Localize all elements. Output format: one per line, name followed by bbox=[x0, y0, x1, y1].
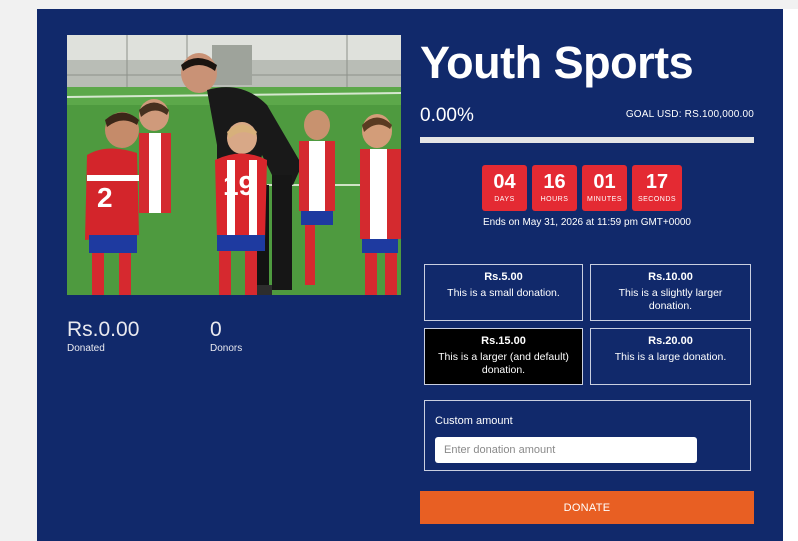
tier-description: This is a small donation. bbox=[447, 287, 560, 299]
page-edge bbox=[783, 9, 798, 541]
jersey-number-19: 19 bbox=[223, 170, 254, 201]
tier-description: This is a slightly larger donation. bbox=[618, 287, 723, 312]
countdown-days-value: 04 bbox=[493, 171, 516, 193]
campaign-title: Youth Sports bbox=[420, 37, 694, 88]
countdown-hours-label: HOURS bbox=[540, 196, 569, 203]
countdown-minutes-value: 01 bbox=[593, 171, 616, 193]
progress-bar bbox=[420, 137, 754, 143]
custom-amount-panel: Custom amount bbox=[424, 400, 751, 471]
donors-count: 0 bbox=[210, 318, 222, 341]
countdown-minutes: 01 MINUTES bbox=[582, 165, 627, 211]
donors-stat: 0 Donors bbox=[210, 318, 353, 355]
campaign-card: 2 19 Rs.0.00 Donated 0 Donors Youth Spor… bbox=[37, 9, 783, 541]
tier-description: This is a larger (and default) donation. bbox=[438, 351, 569, 376]
donors-label: Donors bbox=[210, 343, 243, 354]
donation-tiers: Rs.5.00 This is a small donation. Rs.10.… bbox=[424, 264, 751, 385]
donated-stat: Rs.0.00 Donated bbox=[67, 318, 210, 355]
donate-button[interactable]: DONATE bbox=[420, 491, 754, 524]
jersey-number-2: 2 bbox=[97, 182, 113, 213]
tier-option-10[interactable]: Rs.10.00 This is a slightly larger donat… bbox=[590, 264, 751, 321]
donated-label: Donated bbox=[67, 343, 105, 354]
custom-amount-label: Custom amount bbox=[435, 415, 513, 427]
countdown-minutes-label: MINUTES bbox=[587, 196, 622, 203]
custom-amount-input[interactable] bbox=[435, 437, 697, 463]
countdown-hours-value: 16 bbox=[543, 171, 566, 193]
tier-amount: Rs.10.00 bbox=[648, 271, 693, 283]
campaign-photo: 2 19 bbox=[67, 35, 401, 295]
goal-amount: GOAL USD: RS.100,000.00 bbox=[625, 109, 754, 120]
countdown-days: 04 DAYS bbox=[482, 165, 527, 211]
countdown-seconds-label: SECONDS bbox=[637, 196, 677, 203]
tier-amount: Rs.15.00 bbox=[481, 335, 526, 347]
tier-option-20[interactable]: Rs.20.00 This is a large donation. bbox=[590, 328, 751, 385]
countdown-seconds: 17 SECONDS bbox=[632, 165, 682, 211]
donated-amount: Rs.0.00 bbox=[67, 318, 140, 341]
countdown-days-label: DAYS bbox=[494, 196, 515, 203]
tier-description: This is a large donation. bbox=[614, 351, 727, 363]
campaign-end-date: Ends on May 31, 2026 at 11:59 pm GMT+000… bbox=[483, 217, 691, 228]
countdown-timer: 04 DAYS 16 HOURS 01 MINUTES 17 SECONDS bbox=[482, 165, 682, 211]
tier-amount: Rs.20.00 bbox=[648, 335, 693, 347]
tier-option-5[interactable]: Rs.5.00 This is a small donation. bbox=[424, 264, 583, 321]
tier-option-15-selected[interactable]: Rs.15.00 This is a larger (and default) … bbox=[424, 328, 583, 385]
progress-percent: 0.00% bbox=[420, 105, 474, 126]
countdown-seconds-value: 17 bbox=[645, 171, 669, 193]
tier-amount: Rs.5.00 bbox=[484, 271, 523, 283]
countdown-hours: 16 HOURS bbox=[532, 165, 577, 211]
campaign-stats: Rs.0.00 Donated 0 Donors bbox=[67, 318, 353, 355]
